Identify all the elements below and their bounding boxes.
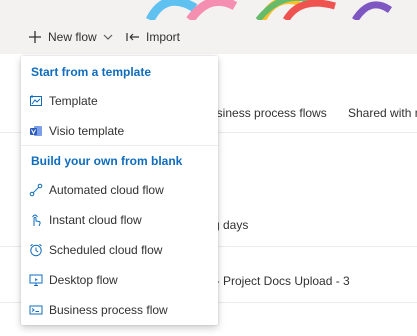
menu-item-instant-cloud-flow[interactable]: Instant cloud flow	[21, 205, 218, 235]
business-process-flow-icon	[29, 303, 43, 317]
command-bar: New flow Import	[0, 20, 417, 54]
tab-shared-with-me[interactable]: Shared with m	[348, 106, 417, 120]
flow-name: l- Project Docs Upload - 3	[213, 274, 350, 288]
menu-item-automated-cloud-flow[interactable]: Automated cloud flow	[21, 175, 218, 205]
menu-item-label: Desktop flow	[49, 273, 118, 287]
menu-item-label: Business process flow	[49, 303, 168, 317]
desktop-flow-icon	[29, 273, 43, 287]
flow-name: g days	[213, 218, 249, 232]
menu-item-label: Scheduled cloud flow	[49, 243, 163, 257]
chevron-down-icon	[103, 33, 113, 41]
instant-flow-icon	[29, 213, 43, 227]
menu-item-label: Template	[49, 94, 98, 108]
menu-item-business-process-flow[interactable]: Business process flow	[21, 295, 218, 325]
menu-section-header: Build your own from blank	[31, 154, 183, 168]
new-flow-button[interactable]: New flow	[28, 20, 113, 54]
new-flow-menu: Start from a template Template Visio tem…	[21, 56, 218, 325]
import-icon	[126, 31, 140, 43]
menu-divider	[21, 145, 218, 146]
menu-item-label: Automated cloud flow	[49, 183, 164, 197]
menu-item-scheduled-cloud-flow[interactable]: Scheduled cloud flow	[21, 235, 218, 265]
menu-section-header: Start from a template	[31, 65, 152, 79]
visio-icon	[29, 124, 43, 138]
import-button[interactable]: Import	[126, 20, 180, 54]
menu-item-desktop-flow[interactable]: Desktop flow	[21, 265, 218, 295]
menu-item-template[interactable]: Template	[21, 86, 218, 116]
scheduled-flow-icon	[29, 243, 43, 257]
template-icon	[29, 94, 43, 108]
decorative-banner	[0, 0, 417, 20]
tab-business-process-flows[interactable]: usiness process flows	[210, 106, 327, 120]
plus-icon	[28, 30, 42, 44]
menu-item-label: Visio template	[49, 124, 125, 138]
automated-flow-icon	[29, 183, 43, 197]
menu-item-label: Instant cloud flow	[49, 213, 142, 227]
new-flow-label: New flow	[48, 30, 97, 44]
import-label: Import	[146, 30, 181, 44]
menu-item-visio-template[interactable]: Visio template	[21, 116, 218, 146]
